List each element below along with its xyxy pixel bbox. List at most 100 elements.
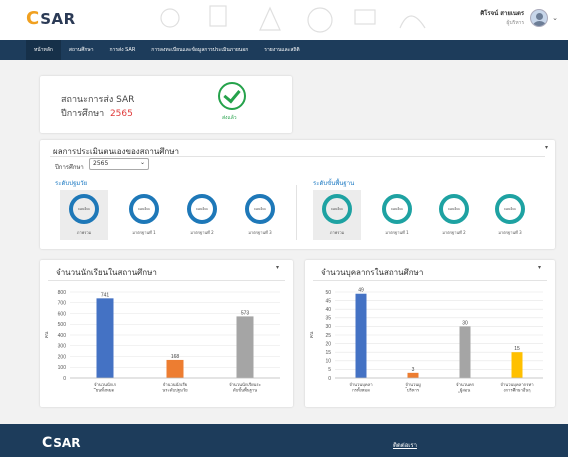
gauge-text: ยอดเยี่ยม	[503, 207, 517, 211]
contact-link[interactable]: ติดต่อเรา	[393, 440, 417, 450]
user-menu[interactable]: ศิโรจน์ สายเนตร ผู้บริหาร ⌄	[480, 8, 558, 27]
evaluation-card: ผลการประเมินตนเองของสถานศึกษา ▾ ปีการศึก…	[40, 140, 555, 249]
data-label: 741	[101, 292, 110, 298]
sar-logo[interactable]: C SAR	[26, 8, 76, 29]
x-tick-label: จำนวนนักเรียนระดับปฐมวัย	[162, 382, 188, 393]
y-tick-label: 0	[63, 376, 66, 382]
y-tick-label: 30	[325, 324, 331, 330]
collapse-caret-icon[interactable]: ▾	[545, 144, 548, 151]
y-tick-label: 40	[325, 307, 331, 313]
bar	[355, 293, 367, 378]
sar-status-card: สถานะการส่ง SAR ปีการศึกษา 2565 ส่งแล้ว	[40, 76, 292, 133]
group-label-early-childhood: ระดับปฐมวัย	[55, 180, 88, 187]
y-tick-label: 300	[58, 344, 67, 350]
user-name: ศิโรจน์ สายเนตร	[480, 10, 525, 17]
nav-item-home[interactable]: หน้าหลัก	[26, 40, 61, 60]
y-tick-label: 35	[325, 316, 331, 322]
chevron-down-icon: ⌄	[139, 159, 145, 166]
bar	[166, 359, 184, 378]
gauge-label: ภาพรวม	[329, 230, 345, 235]
x-tick-label: จำนวนบุคลากรทางการศึกษาอื่นๆ	[500, 382, 533, 393]
chevron-down-icon[interactable]: ⌄	[552, 14, 558, 22]
data-label: 30	[462, 320, 468, 326]
footer-logo[interactable]: C SAR	[42, 436, 80, 450]
y-axis-label: คน	[309, 331, 315, 338]
gauge-basic-standard-1[interactable]: ยอดเยี่ยม มาตรฐานที่ 1	[373, 190, 421, 240]
collapse-caret-icon[interactable]: ▾	[538, 264, 541, 271]
gauge-text: ยอดเยี่ยม	[253, 207, 267, 211]
bar	[236, 316, 254, 378]
footer-logo-text: SAR	[53, 436, 81, 450]
logo-text: SAR	[40, 10, 76, 28]
data-label: 15	[514, 346, 520, 352]
gauge-label: มาตรฐานที่ 3	[248, 230, 272, 235]
sar-year-line: ปีการศึกษา 2565	[61, 106, 133, 120]
gauge-text: ยอดเยี่ยม	[447, 207, 461, 211]
staff-panel: จำนวนบุคลากรในสถานศึกษา ▾ 0 5 10 15 20 25 30 35…	[305, 260, 555, 407]
sar-status-title: สถานะการส่ง SAR	[61, 95, 135, 105]
x-tick-label: จำนวนนักเรียนทั้งหมด	[93, 382, 117, 393]
gauge-basic-overall[interactable]: ยอดเยี่ยม ภาพรวม	[313, 190, 361, 240]
staff-chart: 0 5 10 15 20 25 30 35 40 45 50 คน 49 จำนวนบุคลากรทั้ง…	[309, 288, 543, 394]
footer-logo-mark: C	[42, 435, 53, 451]
gauge-early-standard-1[interactable]: ยอดเยี่ยม มาตรฐานที่ 1	[120, 190, 168, 240]
gauge-label: มาตรฐานที่ 1	[132, 230, 156, 235]
group-label-basic: ระดับขั้นพื้นฐาน	[313, 180, 355, 187]
y-axis-label: คน	[44, 331, 50, 338]
y-tick-label: 700	[58, 301, 67, 307]
gauge-label: มาตรฐานที่ 3	[498, 230, 522, 235]
students-panel: จำนวนนักเรียนในสถานศึกษา ▾ 0 100 200 300 400…	[40, 260, 293, 407]
gauge-text: ยอดเยี่ยม	[390, 207, 404, 211]
y-tick-label: 500	[58, 322, 67, 328]
gauge-basic-standard-3[interactable]: ยอดเยี่ยม มาตรฐานที่ 3	[486, 190, 534, 240]
gauge-early-overall[interactable]: ยอดเยี่ยม ภาพรวม	[60, 190, 108, 240]
data-label: 573	[241, 310, 250, 316]
gauge-text: ยอดเยี่ยม	[137, 207, 151, 211]
footer: C SAR ติดต่อเรา	[0, 424, 568, 457]
nav-item-reports[interactable]: รายงานและสถิติ	[256, 40, 307, 60]
y-tick-label: 10	[325, 359, 331, 365]
year-select[interactable]: 2565 ⌄	[89, 158, 149, 170]
y-tick-label: 400	[58, 333, 67, 339]
gauge-label: ภาพรวม	[76, 230, 92, 235]
y-tick-label: 600	[58, 311, 67, 317]
year-label: ปีการศึกษา	[55, 164, 84, 171]
y-tick-label: 20	[325, 341, 331, 347]
gauge-text: ยอดเยี่ยม	[330, 207, 344, 211]
y-tick-label: 800	[58, 290, 67, 296]
year-select-value: 2565	[93, 160, 109, 167]
nav-item-registration[interactable]: การลงทะเบียนและข้อมูลการประเมินภายนอก	[143, 40, 256, 60]
gauge-early-standard-3[interactable]: ยอดเยี่ยม มาตรฐานที่ 3	[236, 190, 284, 240]
x-tick-label: จำนวนนักเรียนระดับขั้นพื้นฐาน	[229, 382, 261, 393]
bar	[407, 372, 419, 378]
top-header: C SAR ศิโรจน์ สายเนตร ผู้บริหาร ⌄	[0, 0, 568, 40]
nav-item-school[interactable]: สถานศึกษา	[61, 40, 102, 60]
data-label: 3	[412, 367, 415, 373]
divider	[313, 280, 547, 281]
sar-year-value: 2565	[109, 109, 133, 119]
user-role: ผู้บริหาร	[506, 20, 525, 26]
y-tick-label: 25	[325, 333, 331, 339]
students-chart: 0 100 200 300 400 500 600 700 800 คน 741 จำนวนนักเร…	[44, 290, 280, 393]
x-tick-label: จำนวนบุคลากรทั้งหมด	[349, 382, 372, 393]
gauge-text: ยอดเยี่ยม	[195, 207, 209, 211]
x-tick-label: จำนวนผู้บริหาร	[405, 382, 421, 393]
decorative-background-icons	[160, 5, 426, 33]
main-nav: หน้าหลัก สถานศึกษา การส่ง SAR การลงทะเบี…	[0, 40, 568, 60]
y-tick-label: 100	[58, 365, 67, 371]
logo-mark: C	[26, 8, 40, 29]
y-tick-label: 5	[328, 367, 331, 373]
x-tick-label: จำนวนครูผู้สอน	[456, 382, 475, 394]
avatar[interactable]	[530, 8, 549, 27]
y-tick-label: 0	[328, 376, 331, 382]
nav-item-sar-submission[interactable]: การส่ง SAR	[102, 40, 144, 60]
y-tick-label: 15	[325, 350, 331, 356]
sar-year-prefix: ปีการศึกษา	[61, 109, 105, 119]
y-tick-label: 50	[325, 290, 331, 296]
gauge-basic-standard-2[interactable]: ยอดเยี่ยม มาตรฐานที่ 2	[430, 190, 478, 240]
gauge-early-standard-2[interactable]: ยอดเยี่ยม มาตรฐานที่ 2	[178, 190, 226, 240]
divider	[50, 156, 545, 157]
collapse-caret-icon[interactable]: ▾	[276, 264, 279, 271]
bar	[459, 326, 471, 378]
gauge-label: มาตรฐานที่ 1	[385, 230, 409, 235]
